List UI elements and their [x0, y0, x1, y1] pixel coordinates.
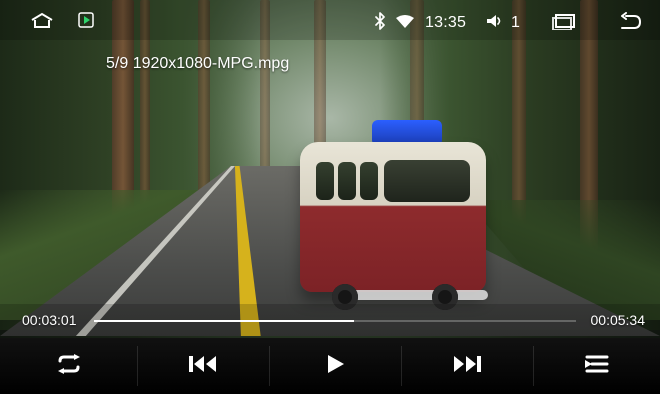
elapsed-time: 00:03:01 — [22, 312, 77, 328]
vw-van — [292, 120, 492, 310]
volume-icon[interactable] — [485, 12, 505, 30]
duration-time: 00:05:34 — [590, 312, 646, 328]
next-track-icon — [450, 354, 484, 379]
wifi-icon — [394, 12, 416, 30]
repeat-button[interactable] — [0, 338, 137, 394]
seek-bar[interactable] — [94, 320, 576, 322]
van-side-window — [338, 162, 356, 200]
recents-icon[interactable] — [550, 12, 578, 31]
status-bar: 13:35 1 — [0, 0, 660, 40]
van-side-window — [360, 162, 378, 200]
playlist-button[interactable] — [533, 338, 660, 394]
play-icon — [322, 352, 348, 381]
van-side-window — [316, 162, 334, 200]
progress-area: 00:03:01 00:05:34 — [0, 304, 660, 338]
previous-track-icon — [186, 354, 220, 379]
video-player: 13:35 1 5/9 1920x1080-MPG.mpg 00:03:01 0… — [0, 0, 660, 394]
van-bumper — [350, 290, 488, 300]
repeat-icon — [54, 353, 84, 379]
seek-progress-fill — [94, 320, 355, 322]
playlist-icon — [582, 352, 612, 381]
next-track-button[interactable] — [401, 338, 533, 394]
playback-controls — [0, 338, 660, 394]
van-rear-window — [384, 160, 470, 202]
volume-level: 1 — [511, 14, 521, 31]
play-store-icon[interactable] — [78, 12, 94, 28]
bluetooth-icon — [374, 12, 386, 30]
play-button[interactable] — [269, 338, 401, 394]
previous-track-button[interactable] — [137, 338, 269, 394]
home-icon[interactable] — [30, 12, 54, 28]
back-icon[interactable] — [616, 12, 642, 30]
video-title: 5/9 1920x1080-MPG.mpg — [106, 55, 290, 72]
clock: 13:35 — [425, 14, 467, 31]
